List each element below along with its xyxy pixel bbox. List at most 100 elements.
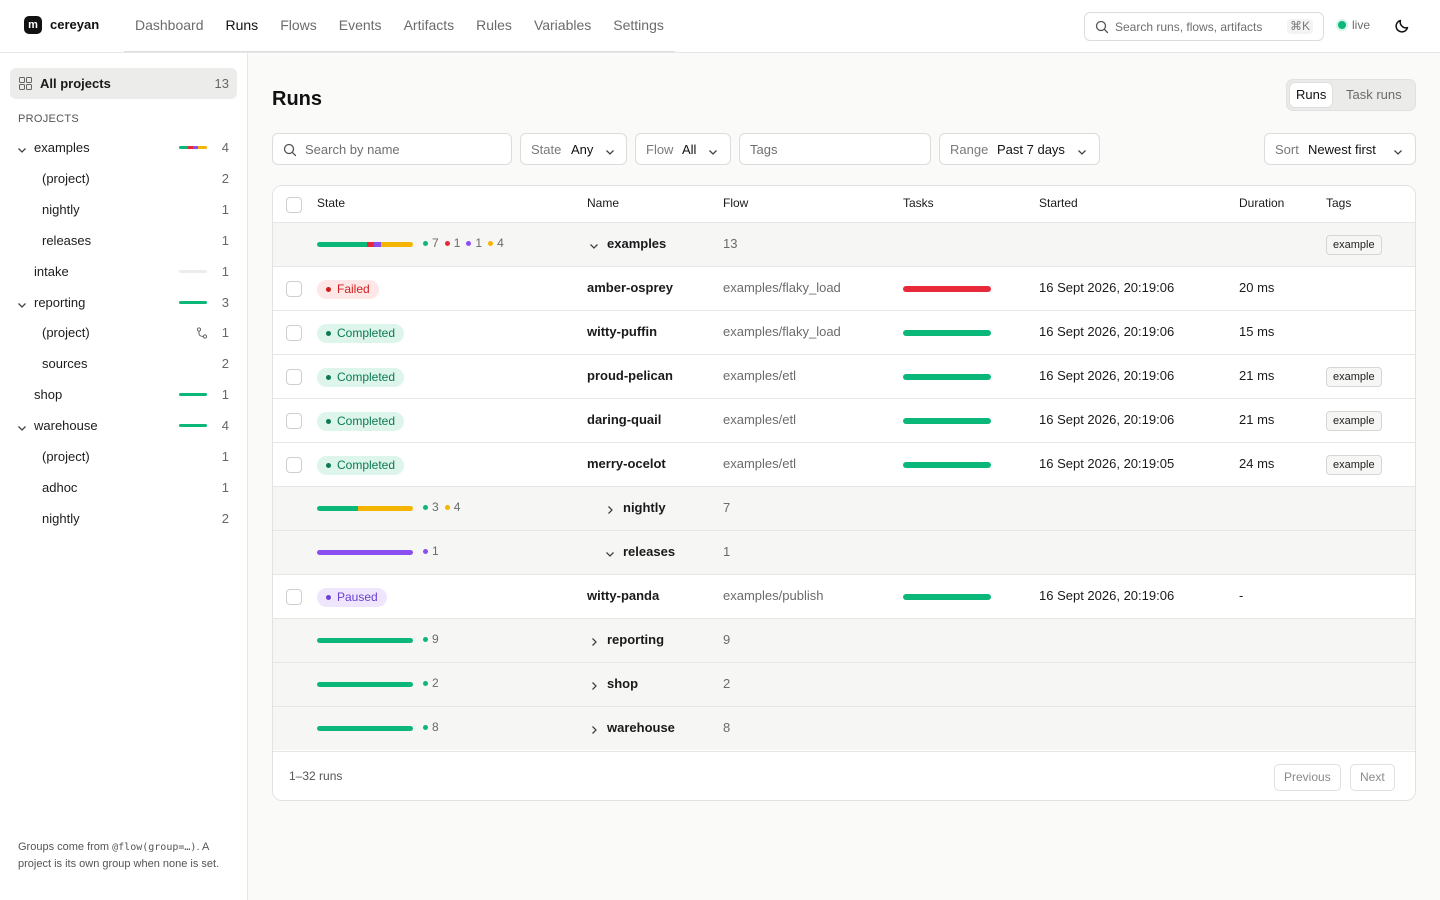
run-flow[interactable]: examples/flaky_load [723, 324, 841, 339]
chevron-down-icon[interactable] [605, 547, 615, 562]
tag-chip[interactable]: example [1326, 455, 1382, 475]
run-flow[interactable]: examples/publish [723, 588, 823, 603]
group-name[interactable]: reporting [607, 632, 664, 647]
state-count-value: 7 [432, 236, 439, 250]
run-name-link[interactable]: merry-ocelot [587, 456, 666, 471]
range-filter[interactable]: Range Past 7 days [939, 133, 1100, 165]
chevron-down-icon[interactable] [589, 239, 599, 254]
chevron-down-icon[interactable] [17, 421, 27, 436]
sidebar-state-bar [179, 424, 207, 428]
sidebar-item-count: 1 [221, 263, 229, 279]
run-name-link[interactable]: amber-osprey [587, 280, 673, 295]
select-all-checkbox[interactable] [286, 197, 302, 213]
logo[interactable]: m [24, 16, 42, 34]
col-duration[interactable]: Duration [1239, 196, 1284, 210]
chevron-right-icon[interactable] [605, 503, 615, 518]
tag-chip[interactable]: example [1326, 411, 1382, 431]
group-state-counts: 34 [423, 500, 460, 514]
group-name[interactable]: warehouse [607, 720, 675, 735]
sidebar-item-reporting[interactable]: reporting 3 [10, 290, 237, 316]
chevron-down-icon[interactable] [17, 143, 27, 158]
group-row[interactable]: 8 warehouse 8 [273, 706, 1415, 750]
group-count: 1 [723, 544, 731, 559]
sidebar-item-shop[interactable]: shop 1 [10, 382, 237, 408]
run-started: 16 Sept 2026, 20:19:06 [1039, 324, 1175, 339]
top-bar: m cereyan Dashboard Runs Flows Events Artifa… [0, 0, 1440, 53]
nav-dashboard[interactable]: Dashboard [124, 0, 215, 52]
grid-icon [19, 77, 32, 93]
tags-filter-placeholder: Tags [750, 142, 778, 157]
col-tasks[interactable]: Tasks [903, 196, 934, 210]
sidebar-item-examples-project[interactable]: (project) 2 [10, 166, 237, 192]
state-filter[interactable]: State Any [520, 133, 627, 165]
sidebar-item-examples-nightly[interactable]: nightly 1 [10, 197, 237, 223]
tag-chip[interactable]: example [1326, 367, 1382, 387]
group-row[interactable]: 9 reporting 9 [273, 618, 1415, 662]
col-name[interactable]: Name [587, 196, 619, 210]
sidebar-item-intake[interactable]: intake 1 [10, 259, 237, 285]
sidebar-item-examples-releases[interactable]: releases 1 [10, 228, 237, 254]
sort-select[interactable]: Sort Newest first [1264, 133, 1416, 165]
sidebar-item-warehouse[interactable]: warehouse 4 [10, 413, 237, 439]
group-name[interactable]: examples [607, 236, 666, 251]
nav-flows[interactable]: Flows [269, 0, 328, 52]
sidebar-item-warehouse-nightly[interactable]: nightly 2 [10, 506, 237, 532]
row-checkbox[interactable] [286, 281, 302, 297]
run-duration: 20 ms [1239, 280, 1275, 295]
run-name-link[interactable]: proud-pelican [587, 368, 673, 383]
nav-runs[interactable]: Runs [214, 0, 270, 52]
previous-button[interactable]: Previous [1274, 764, 1341, 791]
run-search-input[interactable]: Search by name [272, 133, 512, 165]
sidebar-item-warehouse-adhoc[interactable]: adhoc 1 [10, 475, 237, 501]
col-flow[interactable]: Flow [723, 196, 748, 210]
global-search[interactable]: Search runs, flows, artifacts ⌘K [1084, 12, 1324, 41]
sidebar-item-examples[interactable]: examples 4 [10, 135, 237, 161]
nav-settings[interactable]: Settings [602, 0, 675, 52]
tag-chip[interactable]: example [1326, 235, 1382, 255]
nav-events[interactable]: Events [327, 0, 393, 52]
nav-rules[interactable]: Rules [465, 0, 523, 52]
run-duration: - [1239, 588, 1244, 603]
col-state[interactable]: State [317, 196, 345, 210]
state-count: 1 [466, 236, 482, 250]
state-count-value: 9 [432, 632, 439, 646]
row-checkbox[interactable] [286, 325, 302, 341]
row-checkbox[interactable] [286, 457, 302, 473]
col-tags[interactable]: Tags [1326, 196, 1351, 210]
run-flow[interactable]: examples/etl [723, 412, 796, 427]
flow-filter[interactable]: Flow All [635, 133, 731, 165]
tab-task-runs[interactable]: Task runs [1340, 83, 1408, 107]
run-flow[interactable]: examples/flaky_load [723, 280, 841, 295]
group-row[interactable]: 3 4 nightly 7 [273, 486, 1415, 530]
group-name[interactable]: nightly [623, 500, 666, 515]
sidebar-item-reporting-sources[interactable]: sources 2 [10, 351, 237, 377]
group-name[interactable]: shop [607, 676, 638, 691]
group-name[interactable]: releases [623, 544, 675, 559]
row-checkbox[interactable] [286, 369, 302, 385]
col-started[interactable]: Started [1039, 196, 1078, 210]
group-row[interactable]: 7 1 1 4 examples 13 example [273, 222, 1415, 266]
chevron-right-icon[interactable] [589, 635, 599, 650]
brand-name[interactable]: cereyan [50, 17, 99, 32]
moon-icon[interactable] [1394, 18, 1410, 34]
run-flow[interactable]: examples/etl [723, 456, 796, 471]
nav-variables[interactable]: Variables [522, 0, 603, 52]
chevron-right-icon[interactable] [589, 723, 599, 738]
run-name-link[interactable]: daring-quail [587, 412, 661, 427]
chevron-down-icon[interactable] [17, 298, 27, 313]
chevron-right-icon[interactable] [589, 679, 599, 694]
row-checkbox[interactable] [286, 413, 302, 429]
sidebar-item-warehouse-project[interactable]: (project) 1 [10, 444, 237, 470]
tab-runs[interactable]: Runs [1290, 83, 1333, 107]
tags-filter-input[interactable]: Tags [739, 133, 931, 165]
run-name-link[interactable]: witty-puffin [587, 324, 657, 339]
nav-artifacts[interactable]: Artifacts [392, 0, 466, 52]
all-projects-item[interactable]: All projects 13 [10, 68, 237, 99]
row-checkbox[interactable] [286, 589, 302, 605]
run-name-link[interactable]: witty-panda [587, 588, 659, 603]
run-flow[interactable]: examples/etl [723, 368, 796, 383]
sidebar-item-reporting-project[interactable]: (project) 1 [10, 320, 237, 346]
group-row[interactable]: 1 releases 1 [273, 530, 1415, 574]
group-row[interactable]: 2 shop 2 [273, 662, 1415, 706]
next-button[interactable]: Next [1350, 764, 1395, 791]
